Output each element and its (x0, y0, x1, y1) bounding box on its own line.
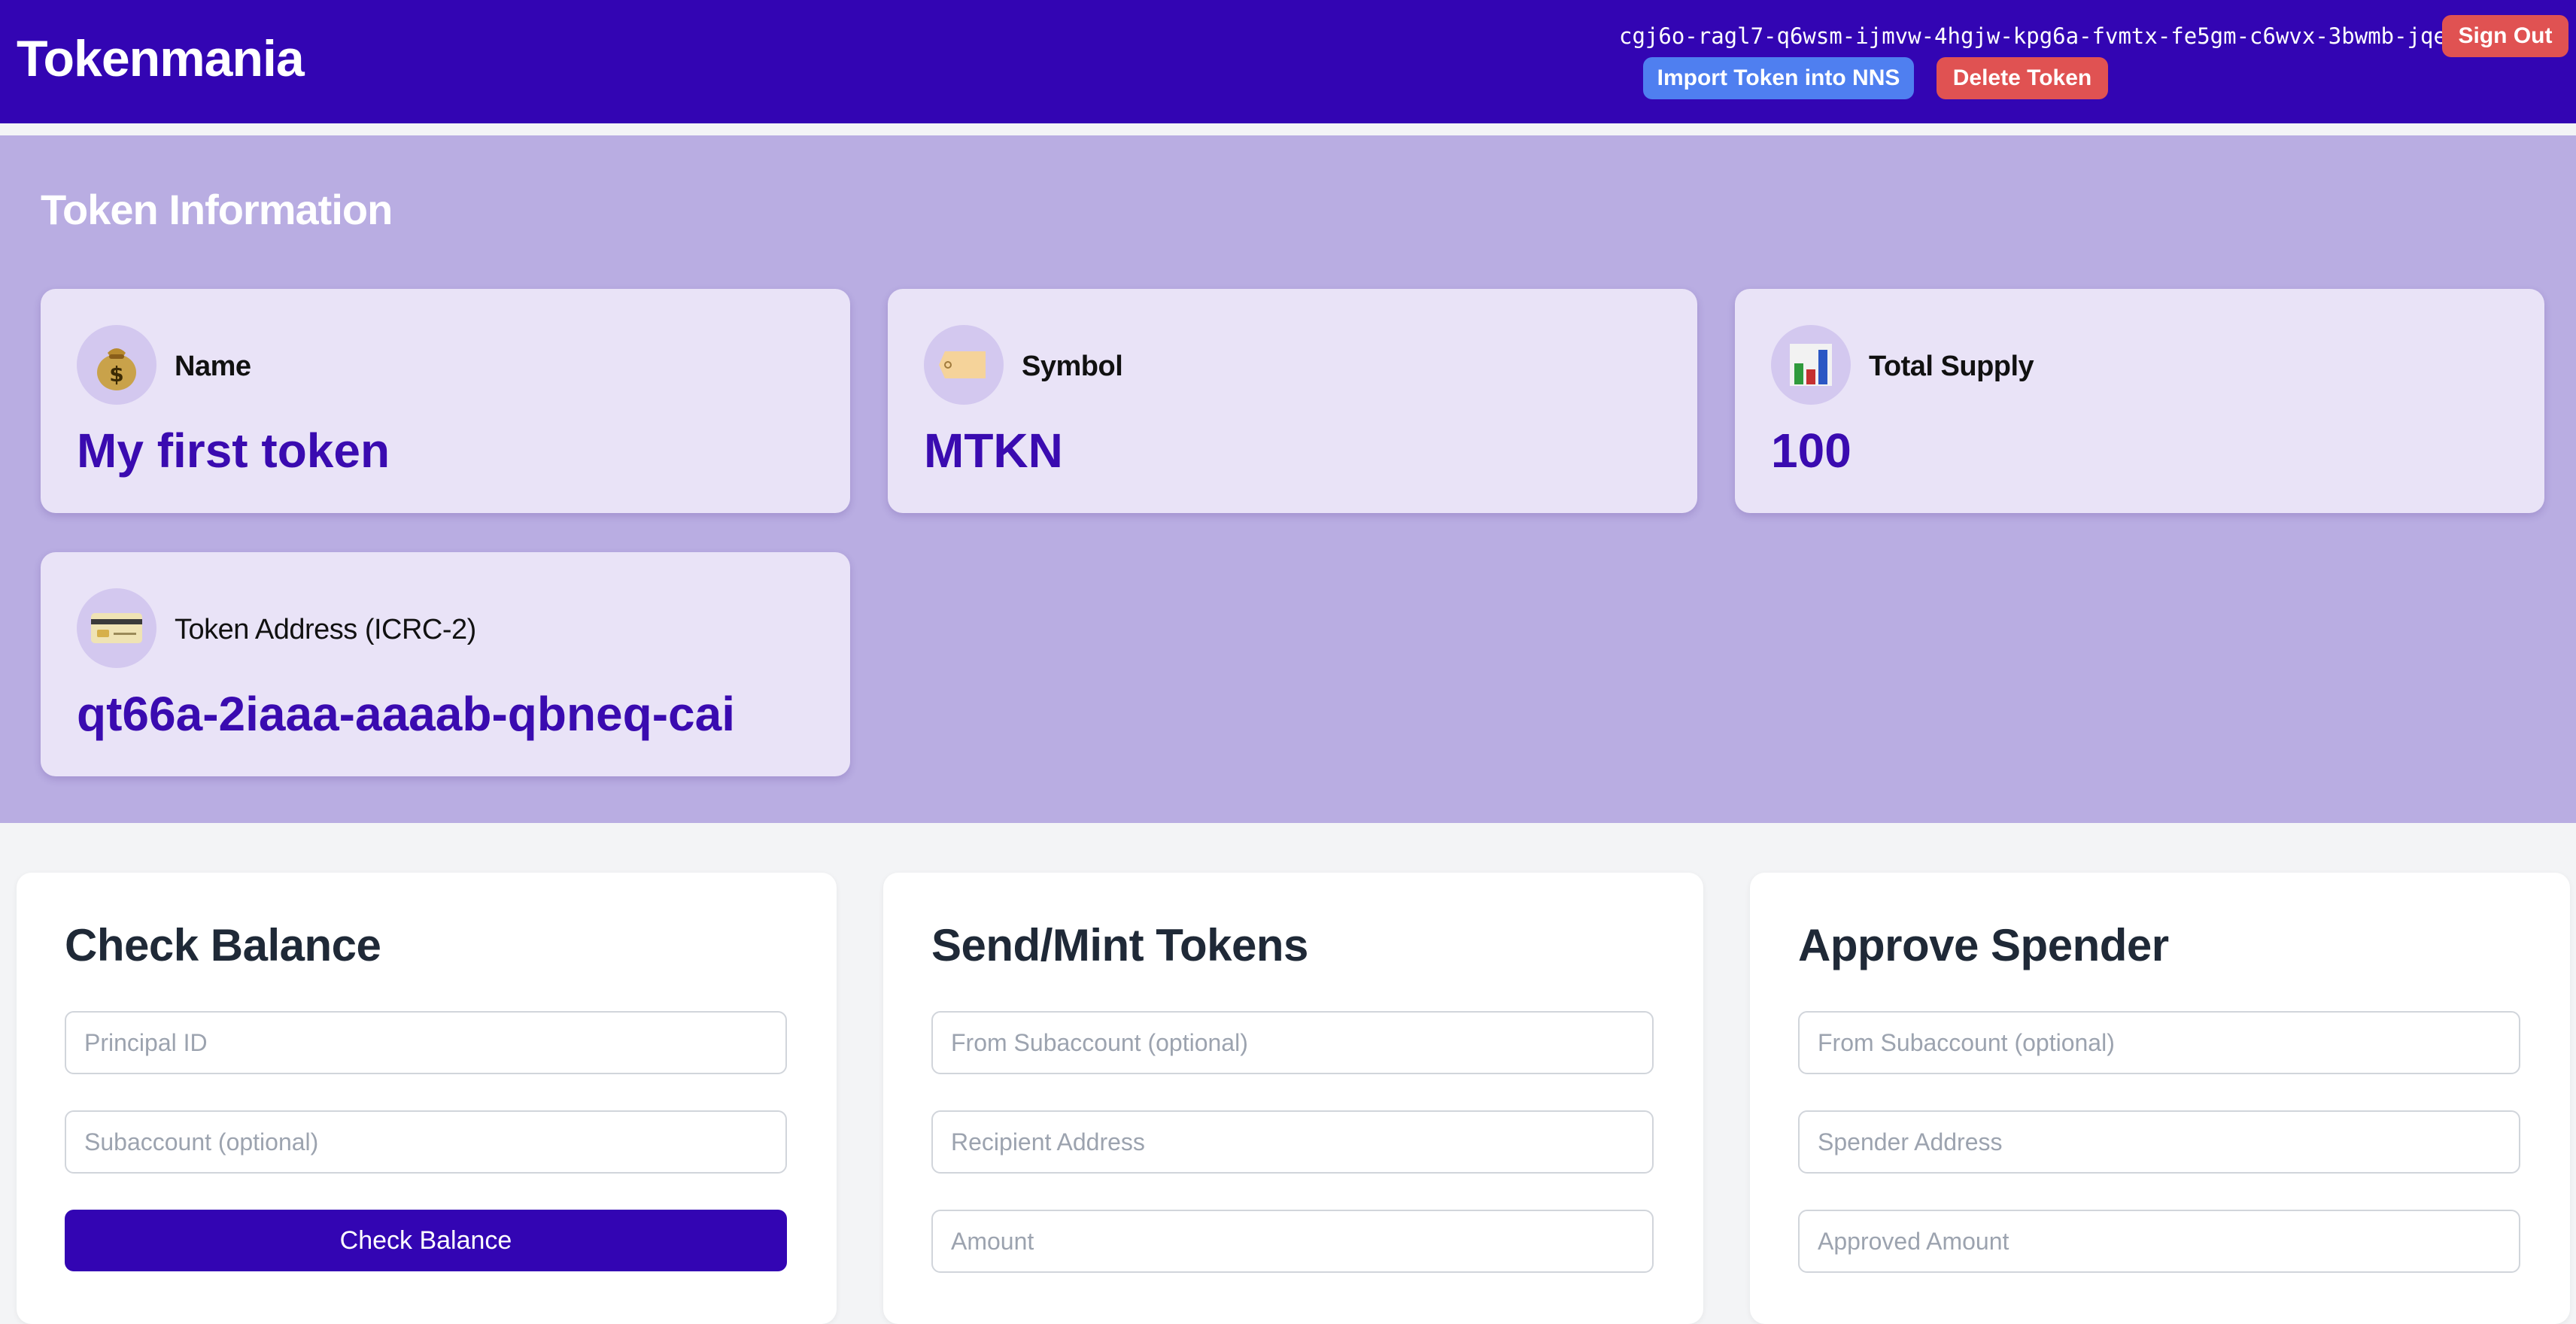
bar-chart-icon (1771, 325, 1851, 405)
spender-address-input[interactable] (1798, 1110, 2520, 1174)
total-supply-card: Total Supply 100 (1735, 289, 2544, 513)
panel-title: Approve Spender (1798, 920, 2169, 970)
token-symbol-card: Symbol MTKN (888, 289, 1697, 513)
card-label: Name (175, 351, 251, 382)
check-balance-button[interactable]: Check Balance (65, 1210, 787, 1271)
token-symbol-value: MTKN (924, 424, 1063, 478)
approve-spender-panel: Approve Spender (1750, 873, 2570, 1324)
credit-card-icon (77, 588, 156, 668)
send-mint-panel: Send/Mint Tokens (883, 873, 1703, 1324)
card-label: Total Supply (1869, 351, 2034, 382)
token-name-value: My first token (77, 424, 390, 478)
token-address-value: qt66a-2iaaa-aaaab-qbneq-cai (77, 687, 735, 741)
amount-input[interactable] (931, 1210, 1654, 1273)
card-label: Symbol (1022, 351, 1123, 382)
card-label: Token Address (ICRC-2) (175, 614, 476, 645)
check-balance-panel: Check Balance Check Balance (17, 873, 837, 1324)
from-subaccount-input[interactable] (931, 1011, 1654, 1074)
approved-amount-input[interactable] (1798, 1210, 2520, 1273)
app-header: Tokenmania cgj6o-ragl7-q6wsm-ijmvw-4hgjw… (0, 0, 2576, 123)
recipient-address-input[interactable] (931, 1110, 1654, 1174)
sign-out-button[interactable]: Sign Out (2442, 15, 2568, 57)
from-subaccount-input[interactable] (1798, 1011, 2520, 1074)
svg-text:$: $ (109, 362, 123, 387)
token-information-section: Token Information $ Name My first token … (0, 135, 2576, 823)
section-title: Token Information (41, 186, 393, 233)
app-brand[interactable]: Tokenmania (17, 29, 305, 89)
import-token-nns-button[interactable]: Import Token into NNS (1643, 57, 1914, 99)
token-address-card: Token Address (ICRC-2) qt66a-2iaaa-aaaab… (41, 552, 850, 776)
panel-title: Send/Mint Tokens (931, 920, 1308, 970)
total-supply-value: 100 (1771, 424, 1852, 478)
panel-title: Check Balance (65, 920, 381, 970)
tag-icon (924, 325, 1004, 405)
principal-id: cgj6o-ragl7-q6wsm-ijmvw-4hgjw-kpg6a-fvmt… (1619, 23, 2447, 49)
money-bag-icon: $ (77, 325, 156, 405)
delete-token-button[interactable]: Delete Token (1937, 57, 2108, 99)
subaccount-input[interactable] (65, 1110, 787, 1174)
token-name-card: $ Name My first token (41, 289, 850, 513)
principal-id-input[interactable] (65, 1011, 787, 1074)
